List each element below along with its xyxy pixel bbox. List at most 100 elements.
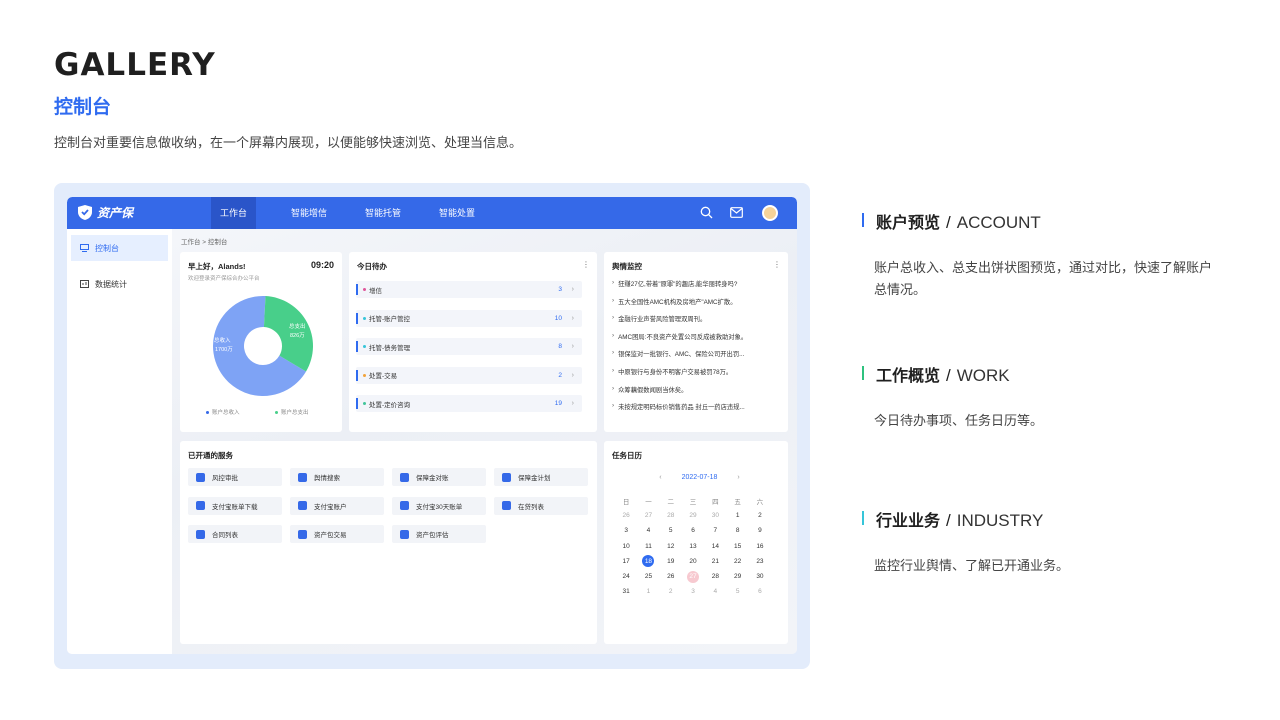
service-icon bbox=[502, 472, 511, 482]
calendar-day[interactable]: 31 bbox=[615, 584, 637, 599]
calendar-day[interactable]: 27 bbox=[637, 508, 659, 523]
todo-card: 今日待办 ⋮ 增信 3 › 托管-账户管控 10 › 托管-债务管理 8 › 处置-交易 2 › 处置-… bbox=[349, 252, 597, 432]
legend-income-label: 账户总收入 bbox=[212, 410, 240, 416]
calendar-day[interactable]: 3 bbox=[615, 523, 637, 538]
calendar-day[interactable]: 4 bbox=[637, 523, 659, 538]
calendar-day[interactable]: 22 bbox=[726, 554, 748, 569]
news-item[interactable]: › AMC困局:不良资产处置公司反成被救助对象。 bbox=[612, 332, 782, 341]
calendar-day[interactable]: 6 bbox=[749, 584, 771, 599]
calendar-day[interactable]: 26 bbox=[615, 508, 637, 523]
calendar-day[interactable]: 5 bbox=[726, 584, 748, 599]
calendar-grid: 日一二三四五六 26 27 28 29 30 1 2 3 4 5 6 7 8 9 10 11 12 13 14 15 16… bbox=[615, 493, 771, 599]
welcome-text: 欢迎登录资产保综合办公平台 bbox=[188, 276, 260, 282]
calendar-day[interactable]: 25 bbox=[637, 569, 659, 584]
service-button[interactable]: 支付宝账单下载 bbox=[188, 496, 282, 515]
section-description: 今日待办事项、任务日历等。 bbox=[874, 413, 1044, 428]
todo-row[interactable]: 增信 3 › bbox=[356, 281, 582, 298]
chevron-right-icon: › bbox=[571, 286, 574, 293]
income-value: 1700万 bbox=[215, 346, 233, 353]
more-icon[interactable]: ⋮ bbox=[582, 260, 590, 269]
service-button[interactable]: 舆情搜索 bbox=[290, 468, 384, 486]
calendar-day[interactable]: 8 bbox=[726, 523, 748, 538]
calendar-day[interactable]: 15 bbox=[726, 539, 748, 554]
calendar-day[interactable]: 1 bbox=[637, 584, 659, 599]
calendar-day[interactable]: 12 bbox=[660, 539, 682, 554]
logo[interactable]: 资产保 bbox=[77, 204, 133, 221]
service-button[interactable]: 保障金对账 bbox=[392, 468, 486, 486]
calendar-day[interactable]: 26 bbox=[660, 569, 682, 584]
calendar-day[interactable]: 6 bbox=[682, 523, 704, 538]
account-card: 早上好，Alands! 欢迎登录资产保综合办公平台 09:20 总收入 1700… bbox=[180, 252, 342, 432]
calendar-day[interactable]: 18 bbox=[637, 554, 659, 569]
calendar-day[interactable]: 1 bbox=[726, 508, 748, 523]
calendar-day[interactable]: 3 bbox=[682, 584, 704, 599]
calendar-day-number: 13 bbox=[689, 542, 697, 550]
calendar-day[interactable]: 20 bbox=[682, 554, 704, 569]
calendar-day[interactable]: 14 bbox=[704, 539, 726, 554]
calendar-day[interactable]: 2 bbox=[660, 584, 682, 599]
sidebar-item-statistics[interactable]: 数据统计 bbox=[71, 271, 168, 297]
calendar-day[interactable]: 30 bbox=[749, 569, 771, 584]
news-card: 舆情监控 ⋮ › 狂赚27亿,带着"原罪"的趣店,能华丽转身吗? › 五大全国性AMC… bbox=[604, 252, 788, 432]
nav-workbench[interactable]: 工作台 bbox=[211, 197, 257, 229]
search-icon[interactable] bbox=[700, 206, 713, 219]
calendar-day[interactable]: 29 bbox=[682, 508, 704, 523]
todo-row[interactable]: 处置-交易 2 › bbox=[356, 366, 582, 384]
service-button[interactable]: 保障金计划 bbox=[494, 468, 588, 486]
section-accent-bar bbox=[862, 511, 864, 525]
news-item[interactable]: › 五大全国性AMC机构及房地产"AMC扩散。 bbox=[612, 297, 782, 306]
calendar-day[interactable]: 23 bbox=[749, 554, 771, 569]
news-item[interactable]: › 未按规定明码标价销售药品 封丘一药店违规... bbox=[612, 402, 782, 411]
calendar-day[interactable]: 13 bbox=[682, 539, 704, 554]
calendar-day[interactable]: 2 bbox=[749, 508, 771, 523]
service-button[interactable]: 资产包交易 bbox=[290, 525, 384, 543]
expense-slice[interactable] bbox=[263, 296, 313, 372]
calendar-day[interactable]: 27 bbox=[682, 569, 704, 584]
calendar-day[interactable]: 21 bbox=[704, 554, 726, 569]
sidebar-item-label: 数据统计 bbox=[95, 279, 127, 289]
service-button[interactable]: 资产包评估 bbox=[392, 525, 486, 543]
next-month-icon[interactable]: › bbox=[737, 474, 739, 481]
calendar-day[interactable]: 5 bbox=[660, 523, 682, 538]
news-item[interactable]: › 中原银行与身份不明客户交易被罚78万。 bbox=[612, 367, 782, 376]
news-item[interactable]: › 狂赚27亿,带着"原罪"的趣店,能华丽转身吗? bbox=[612, 279, 782, 288]
calendar-day-number: 31 bbox=[622, 588, 630, 596]
service-button[interactable]: 合同列表 bbox=[188, 525, 282, 543]
todo-row[interactable]: 托管-债务管理 8 › bbox=[356, 338, 582, 355]
service-button[interactable]: 在贷列表 bbox=[494, 496, 588, 515]
calendar-day[interactable]: 30 bbox=[704, 508, 726, 523]
more-icon[interactable]: ⋮ bbox=[773, 260, 781, 269]
todo-row[interactable]: 托管-账户管控 10 › bbox=[356, 309, 582, 327]
sidebar-item-console[interactable]: 控制台 bbox=[71, 235, 168, 261]
nav-disposal[interactable]: 智能处置 bbox=[439, 197, 475, 229]
calendar-day-number: 4 bbox=[646, 527, 651, 535]
calendar-day[interactable]: 17 bbox=[615, 554, 637, 569]
service-button[interactable]: 支付宝30天账单 bbox=[392, 496, 486, 515]
calendar-day[interactable]: 29 bbox=[726, 569, 748, 584]
calendar-day[interactable]: 10 bbox=[615, 539, 637, 554]
app-window: 资产保 工作台 智能增信 智能托管 智能处置 控制台 数据统计 工作台 > 控制… bbox=[67, 197, 797, 654]
prev-month-icon[interactable]: ‹ bbox=[659, 474, 661, 481]
service-button[interactable]: 支付宝账户 bbox=[290, 496, 384, 515]
user-avatar[interactable] bbox=[762, 205, 778, 221]
service-button[interactable]: 风控审批 bbox=[188, 468, 282, 486]
calendar-day[interactable]: 24 bbox=[615, 569, 637, 584]
nav-custody[interactable]: 智能托管 bbox=[365, 197, 401, 229]
calendar-day[interactable]: 4 bbox=[704, 584, 726, 599]
nav-credit[interactable]: 智能增信 bbox=[291, 197, 327, 229]
news-item[interactable]: › 银保监对一批银行、AMC、保险公司开出罚... bbox=[612, 349, 782, 358]
news-item[interactable]: › 金融行业声誉风险管理双周刊。 bbox=[612, 314, 782, 323]
news-item[interactable]: › 众筹藕假数闻剧当休矣。 bbox=[612, 385, 782, 394]
calendar-day-number: 11 bbox=[645, 542, 652, 550]
mail-icon[interactable] bbox=[730, 207, 743, 218]
calendar-day[interactable]: 7 bbox=[704, 523, 726, 538]
todo-row[interactable]: 处置-定价咨询 19 › bbox=[356, 395, 582, 412]
calendar-day[interactable]: 19 bbox=[660, 554, 682, 569]
chevron-right-icon: › bbox=[612, 331, 615, 339]
calendar-day[interactable]: 16 bbox=[749, 539, 771, 554]
calendar-day[interactable]: 9 bbox=[749, 523, 771, 538]
calendar-day[interactable]: 28 bbox=[660, 508, 682, 523]
sidebar-item-label: 控制台 bbox=[95, 243, 119, 253]
calendar-day[interactable]: 11 bbox=[637, 539, 659, 554]
calendar-day[interactable]: 28 bbox=[704, 569, 726, 584]
